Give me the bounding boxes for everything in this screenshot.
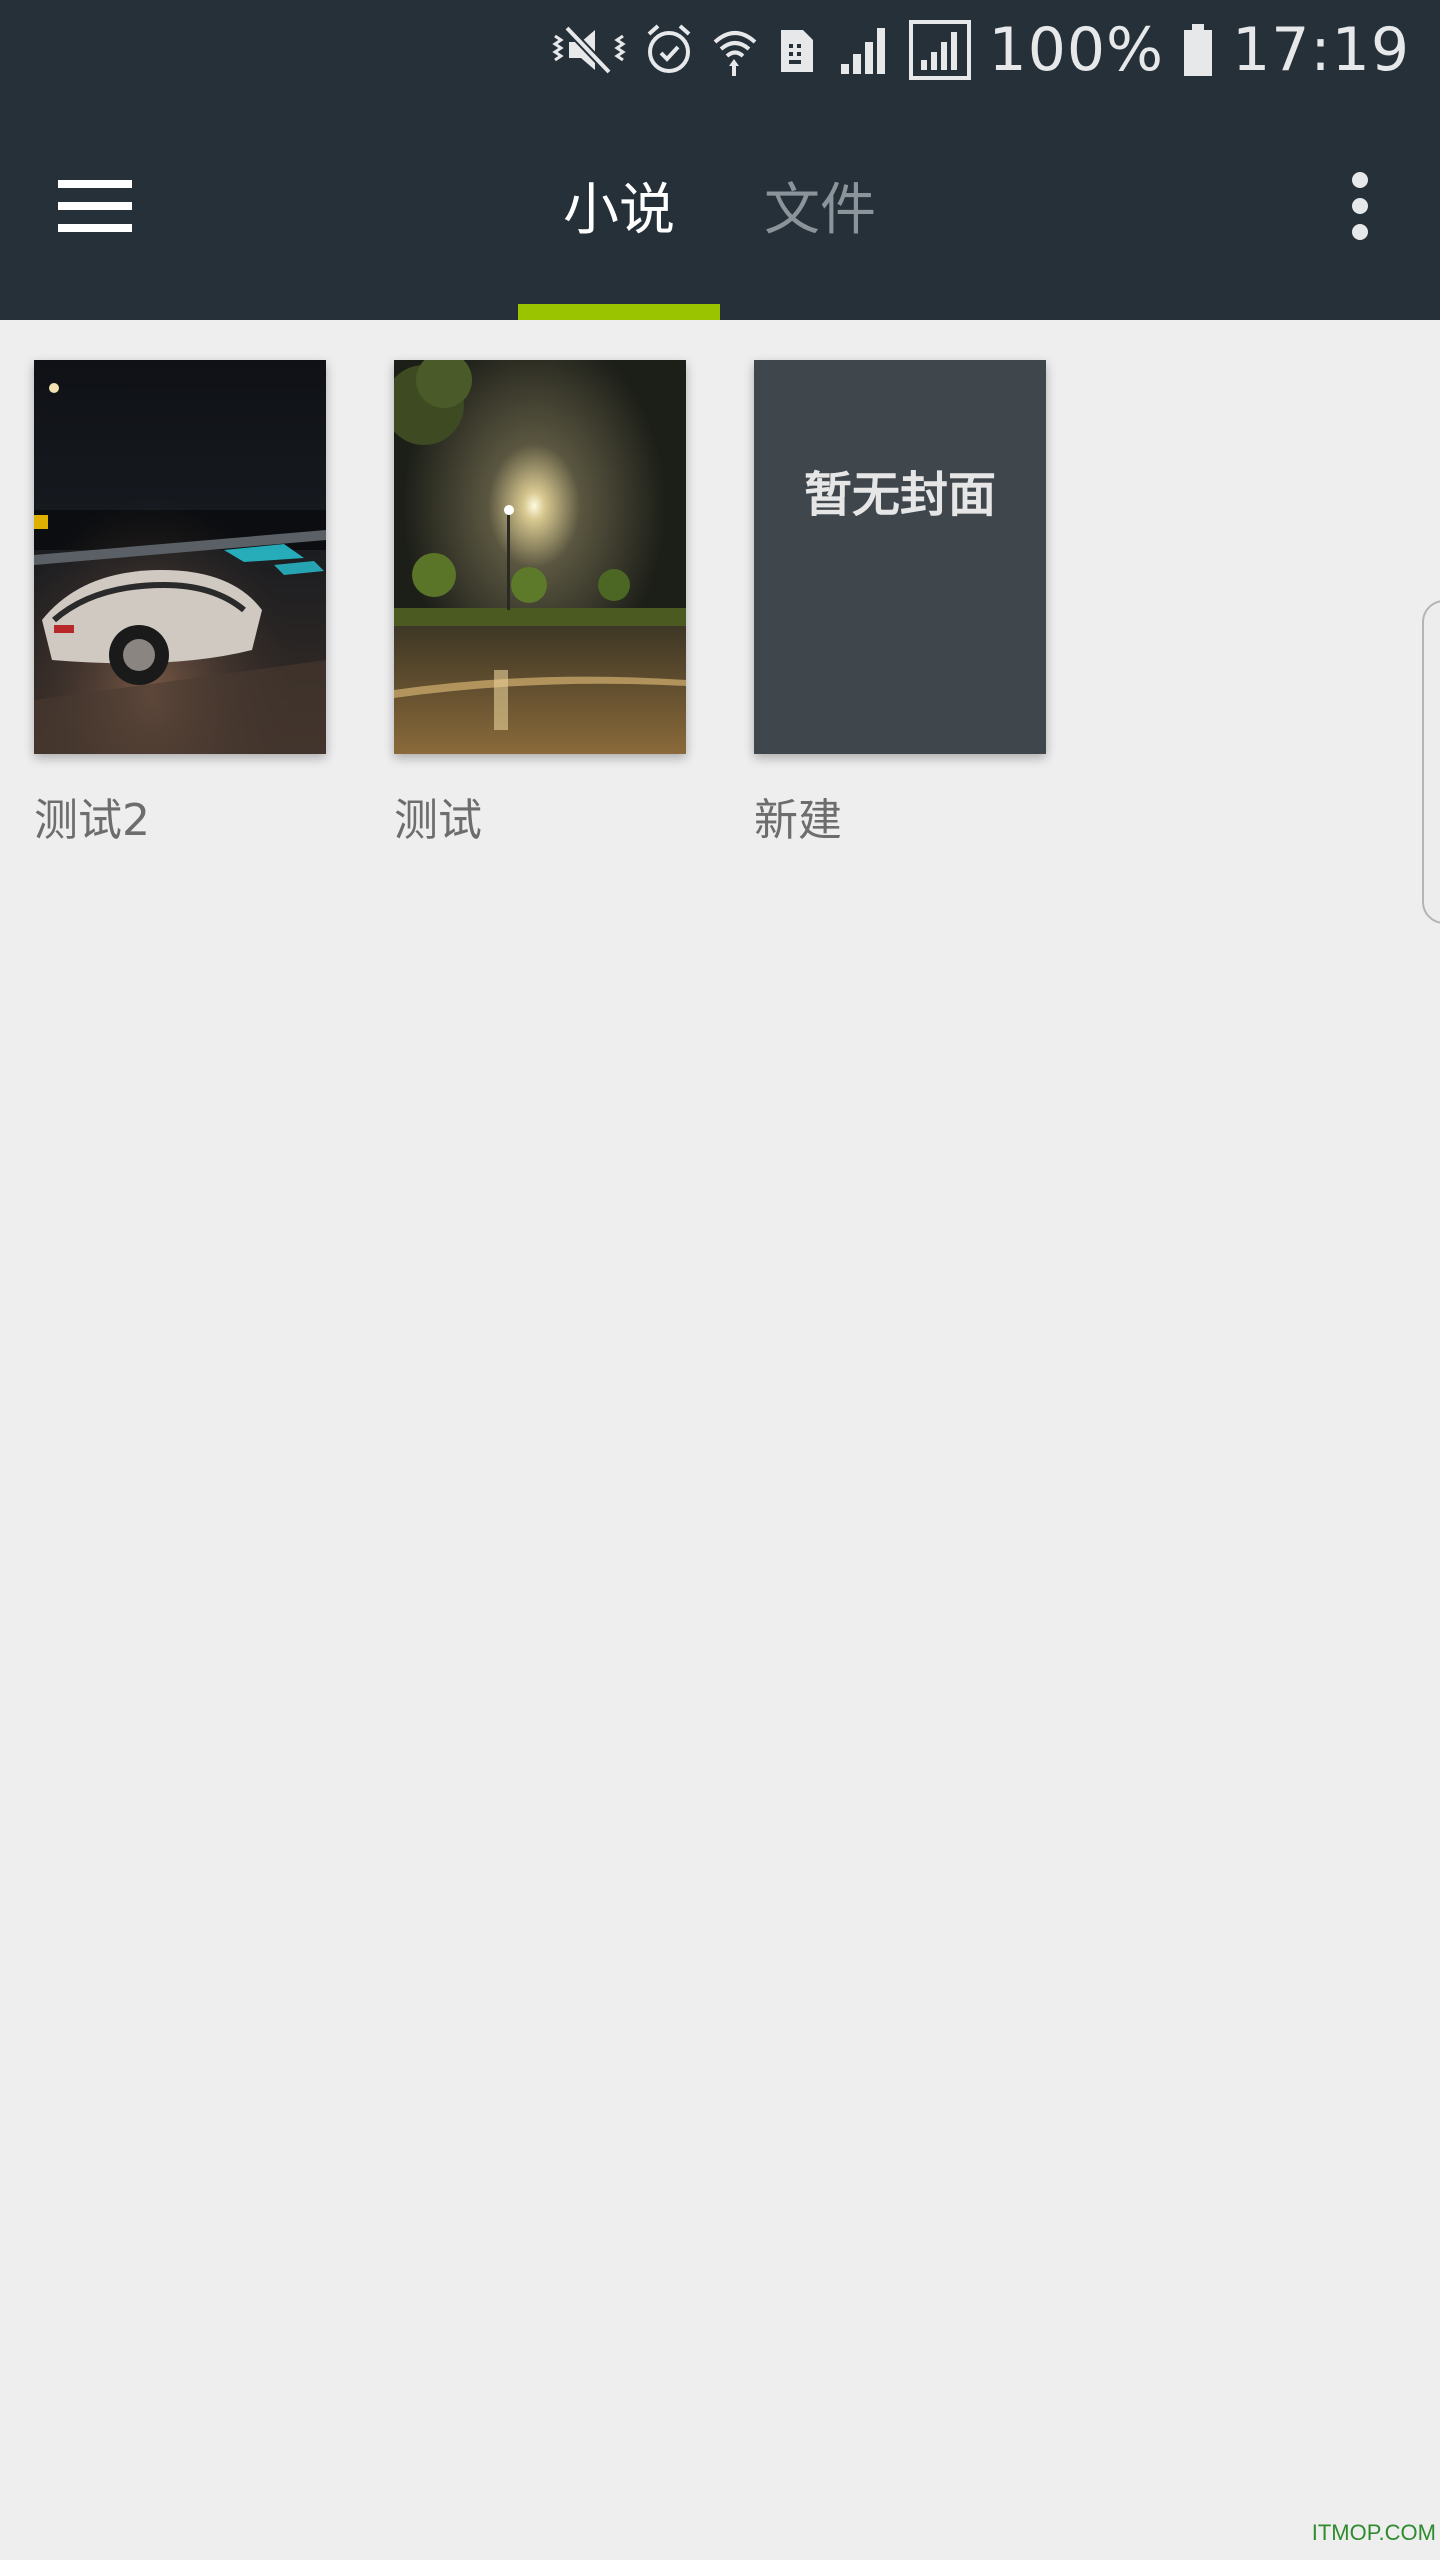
signal-icon — [835, 22, 891, 78]
signal-box-icon — [908, 20, 971, 80]
app-bar: 小说 文件 — [0, 100, 1440, 320]
battery-icon — [1182, 22, 1214, 78]
book-item[interactable]: 暂无封面 新建 — [754, 360, 1046, 848]
watermark: ITMOP.COM — [1311, 2520, 1436, 2545]
no-cover-text: 暂无封面 — [803, 467, 996, 523]
tab-novel[interactable]: 小说 — [518, 140, 720, 270]
wifi-icon — [711, 22, 759, 78]
book-cover-placeholder: 暂无封面 — [754, 360, 1046, 754]
book-title: 新建 — [754, 795, 842, 846]
book-item[interactable]: 测试2 — [34, 360, 326, 848]
book-title: 测试 — [394, 795, 482, 846]
more-vert-icon — [1352, 172, 1368, 240]
status-bar: 100% 17:19 — [0, 0, 1440, 100]
book-cover-image — [34, 360, 326, 754]
book-cover-image — [394, 360, 686, 754]
tab-file[interactable]: 文件 — [720, 140, 920, 270]
status-icons: 100% 17:19 — [551, 0, 1410, 100]
hamburger-menu-icon — [58, 180, 132, 232]
book-item[interactable]: 测试 — [394, 360, 686, 848]
tab-indicator — [518, 304, 720, 320]
clock: 17:19 — [1232, 15, 1410, 85]
alarm-icon — [645, 22, 693, 78]
sim-icon — [777, 22, 817, 78]
edge-panel-handle[interactable] — [1422, 600, 1440, 924]
book-title: 测试2 — [34, 795, 150, 846]
battery-percent: 100% — [988, 15, 1165, 85]
menu-button[interactable] — [40, 160, 150, 252]
vibrate-icon — [551, 22, 627, 78]
more-options-button[interactable] — [1320, 160, 1400, 252]
